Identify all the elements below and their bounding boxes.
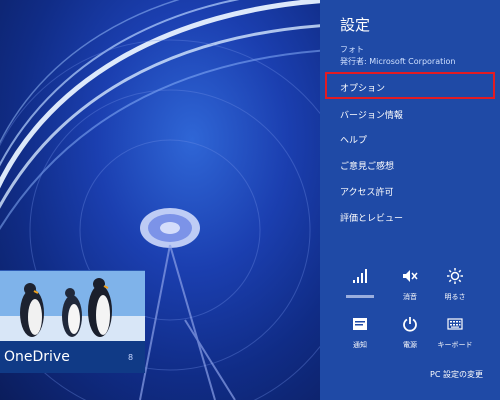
publisher-text: 発行者: Microsoft Corporation <box>340 57 456 66</box>
power-label: 電源 <box>403 341 417 349</box>
keyboard-label: キーボード <box>437 341 473 349</box>
notifications-label: 通知 <box>353 341 367 349</box>
mute-label: 消音 <box>403 293 417 301</box>
panel-title: 設定 <box>340 16 371 34</box>
menu-item-rate-review[interactable]: 評価とレビュー <box>340 211 403 224</box>
power-button[interactable]: 電源 <box>390 316 430 354</box>
pc-settings-link[interactable]: PC 設定の変更 <box>430 369 483 380</box>
brightness-label: 明るさ <box>444 293 466 301</box>
menu-item-feedback[interactable]: ご意見ご感想 <box>340 159 394 172</box>
tile-count: 8 <box>128 353 134 362</box>
brightness-button[interactable]: 明るさ <box>435 268 475 306</box>
keyboard-button[interactable]: キーボード <box>435 316 475 354</box>
app-name: フォト <box>340 45 364 54</box>
menu-item-help[interactable]: ヘルプ <box>340 133 367 146</box>
brightness-icon <box>447 268 463 284</box>
menu-item-version-info[interactable]: バージョン情報 <box>340 108 403 121</box>
settings-panel: 設定 フォト 発行者: Microsoft Corporation オプション … <box>320 0 500 400</box>
network-button[interactable] <box>340 268 380 306</box>
network-label <box>340 292 380 300</box>
notifications-button[interactable]: 通知 <box>340 316 380 354</box>
mute-button[interactable]: 消音 <box>390 268 430 306</box>
penguin-photo <box>0 271 145 341</box>
notifications-icon <box>353 318 367 330</box>
menu-item-permissions[interactable]: アクセス許可 <box>340 185 394 198</box>
tile-name: OneDrive <box>4 349 70 365</box>
keyboard-icon <box>447 318 463 330</box>
power-icon <box>403 317 417 332</box>
volume-mute-icon <box>403 270 418 282</box>
onedrive-tile[interactable]: OneDrive 8 <box>0 270 145 373</box>
wifi-signal-icon <box>353 269 367 283</box>
options-highlight <box>325 72 495 99</box>
